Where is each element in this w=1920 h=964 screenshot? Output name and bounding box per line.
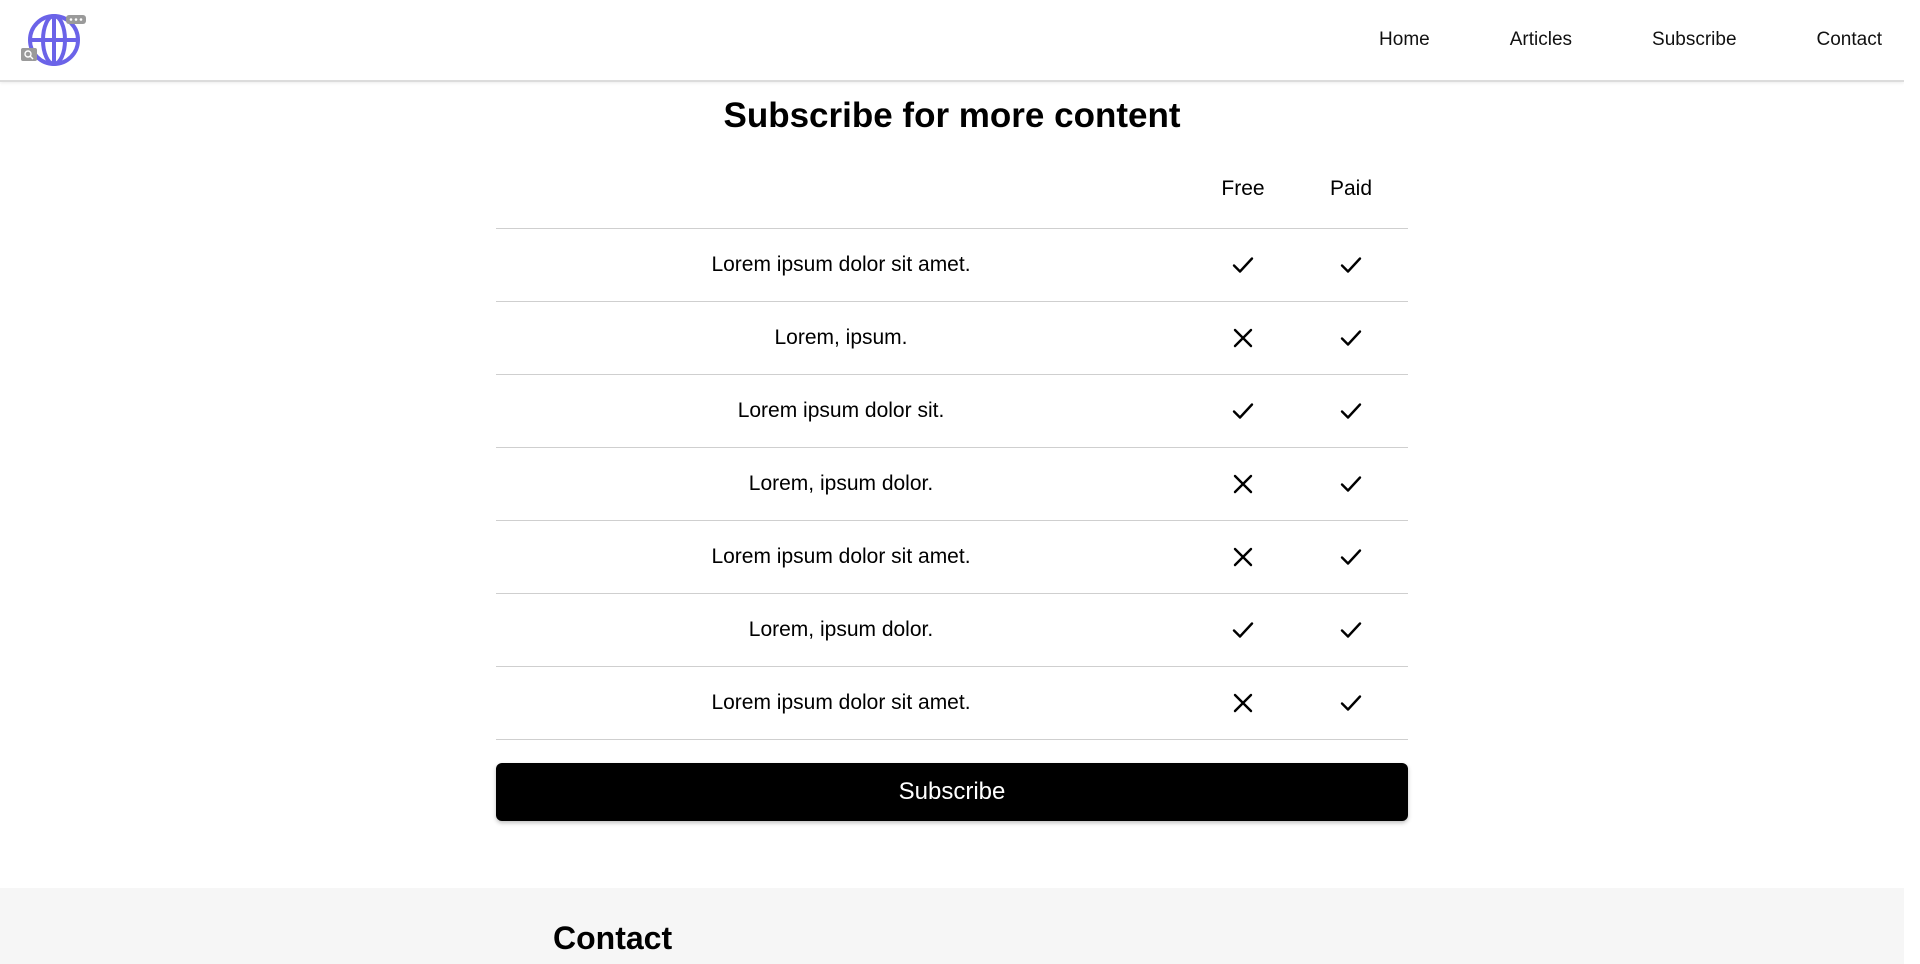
table-row: Lorem ipsum dolor sit amet. [496,229,1408,302]
nav-home-link[interactable]: Home [1379,29,1430,51]
check-icon [1296,302,1406,374]
check-icon [1296,448,1406,520]
table-row: Lorem, ipsum dolor. [496,594,1408,667]
check-icon [1188,594,1298,666]
check-icon [1296,229,1406,301]
feature-label: Lorem ipsum dolor sit amet. [711,545,971,568]
subscribe-heading: Subscribe for more content [723,96,1181,135]
page: Home Articles Subscribe Contact Subscrib… [0,0,1904,964]
feature-label: Lorem, ipsum. [774,326,908,349]
plan-comparison-table: Free Paid Lorem ipsum dolor sit amet. Lor… [496,157,1408,740]
check-icon [1188,375,1298,447]
check-icon [1296,667,1406,739]
check-icon [1296,375,1406,447]
cross-icon [1188,302,1298,374]
table-row: Lorem ipsum dolor sit. [496,375,1408,448]
cross-icon [1188,667,1298,739]
feature-label: Lorem, ipsum dolor. [748,618,934,641]
table-header: Free Paid [496,157,1408,229]
cross-icon [1188,521,1298,593]
check-icon [1188,229,1298,301]
contact-heading: Contact [553,920,673,956]
check-icon [1296,521,1406,593]
main-nav: Home Articles Subscribe Contact [1379,0,1882,80]
feature-label: Lorem ipsum dolor sit amet. [711,253,971,276]
feature-label: Lorem ipsum dolor sit amet. [711,691,971,714]
globe-icon[interactable] [20,8,90,70]
table-row: Lorem, ipsum dolor. [496,448,1408,521]
feature-label: Lorem ipsum dolor sit. [737,399,945,422]
subscribe-button[interactable]: Subscribe [496,763,1408,821]
column-header-paid: Paid [1329,177,1373,200]
feature-label: Lorem, ipsum dolor. [748,472,934,495]
check-icon [1296,594,1406,666]
site-header: Home Articles Subscribe Contact [0,0,1904,82]
cross-icon [1188,448,1298,520]
table-body: Lorem ipsum dolor sit amet. Lorem, ipsum.… [496,229,1408,740]
contact-section: Contact [0,888,1904,964]
table-row: Lorem ipsum dolor sit amet. [496,521,1408,594]
nav-subscribe-link[interactable]: Subscribe [1652,29,1737,51]
table-row: Lorem ipsum dolor sit amet. [496,667,1408,740]
nav-articles-link[interactable]: Articles [1510,29,1572,51]
column-header-free: Free [1221,177,1265,200]
table-row: Lorem, ipsum. [496,302,1408,375]
nav-contact-link[interactable]: Contact [1817,29,1882,51]
